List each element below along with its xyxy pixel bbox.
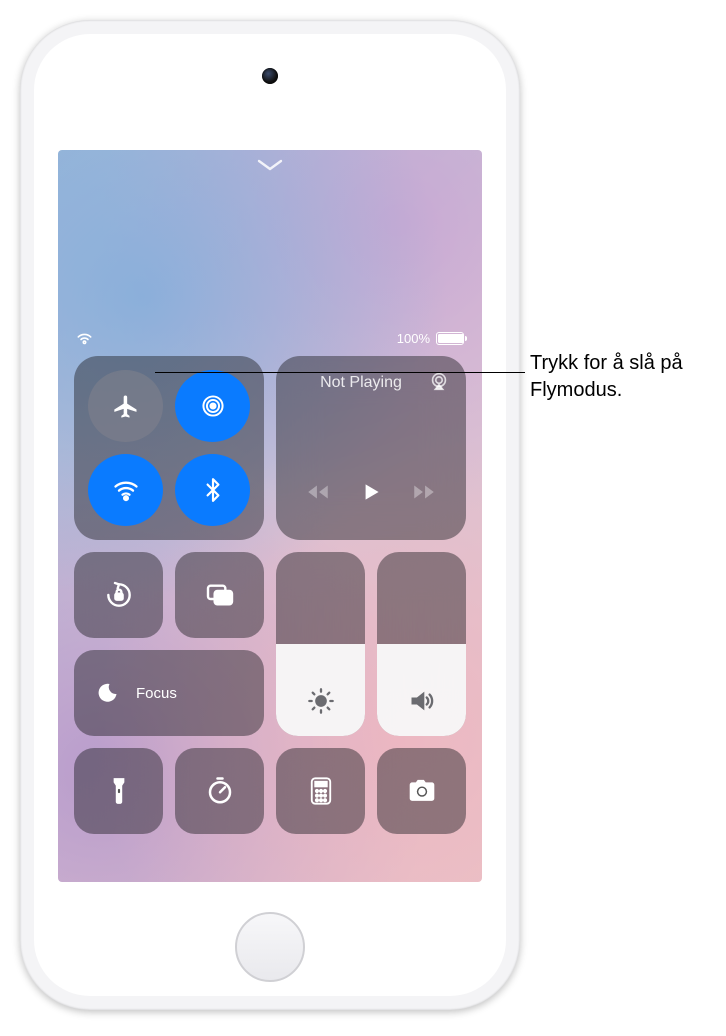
- battery-percentage-label: 100%: [397, 331, 430, 346]
- screen: 100%: [58, 150, 482, 882]
- wifi-status-icon: [76, 332, 93, 345]
- wifi-icon: [112, 476, 140, 504]
- volume-slider[interactable]: [377, 552, 466, 736]
- control-center-grid: Not Playing: [74, 356, 466, 834]
- do-not-disturb-icon: [90, 676, 124, 710]
- timer-icon: [205, 776, 235, 806]
- status-bar: 100%: [76, 328, 464, 348]
- wifi-button[interactable]: [88, 454, 163, 526]
- screen-mirroring-icon: [204, 579, 236, 611]
- brightness-slider[interactable]: [276, 552, 365, 736]
- orientation-lock-icon: [103, 579, 135, 611]
- timer-button[interactable]: [175, 748, 264, 834]
- camera-icon: [406, 778, 438, 804]
- rewind-button[interactable]: [305, 479, 331, 510]
- airdrop-icon: [199, 392, 227, 420]
- calculator-button[interactable]: [276, 748, 365, 834]
- collapse-control-center-chevron-icon[interactable]: [257, 158, 283, 172]
- callout-text: Trykk for å slå på Flymodus.: [530, 350, 720, 404]
- focus-label: Focus: [136, 685, 177, 702]
- battery-icon: [436, 332, 464, 345]
- flashlight-icon: [106, 776, 132, 806]
- media-controls-tile[interactable]: Not Playing: [276, 356, 466, 540]
- airplane-mode-button[interactable]: [88, 370, 163, 442]
- bluetooth-button[interactable]: [175, 454, 250, 526]
- brightness-icon: [307, 687, 335, 720]
- front-camera: [262, 68, 278, 84]
- now-playing-label: Not Playing: [294, 374, 428, 392]
- focus-button[interactable]: Focus: [74, 650, 264, 736]
- calculator-icon: [309, 776, 333, 806]
- airdrop-button[interactable]: [175, 370, 250, 442]
- airplay-icon[interactable]: [428, 370, 450, 392]
- camera-button[interactable]: [377, 748, 466, 834]
- orientation-lock-button[interactable]: [74, 552, 163, 638]
- forward-button[interactable]: [411, 479, 437, 510]
- flashlight-button[interactable]: [74, 748, 163, 834]
- connectivity-group[interactable]: [74, 356, 264, 540]
- screen-mirroring-button[interactable]: [175, 552, 264, 638]
- home-button[interactable]: [235, 912, 305, 982]
- device-frame: 100%: [20, 20, 520, 1010]
- airplane-icon: [112, 392, 140, 420]
- volume-icon: [408, 687, 436, 720]
- play-button[interactable]: [358, 479, 384, 510]
- callout-leader-line: [155, 372, 525, 373]
- bluetooth-icon: [200, 477, 226, 503]
